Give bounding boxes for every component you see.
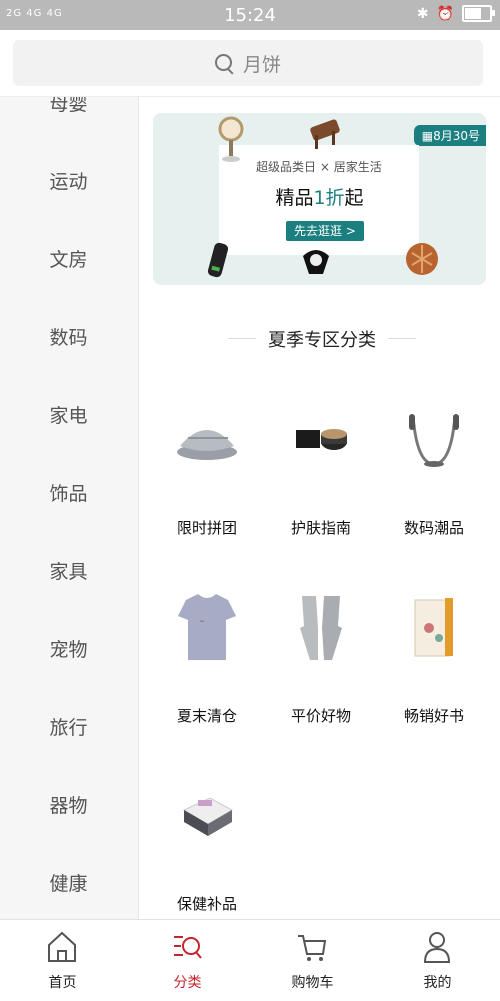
earphones-image [377,394,491,484]
status-bar: 2G 4G 4G 15:24 ✱ ⏰ [0,0,500,30]
books-image [377,582,491,672]
category-item[interactable]: 护肤指南 [264,394,378,538]
tab-label: 分类 [173,975,202,991]
tab-label: 首页 [48,975,77,991]
sidebar-item-health[interactable]: 健康 [0,869,137,896]
sidebar-item-stationery[interactable]: 文房 [0,245,137,272]
divider-right [388,338,416,339]
brand-name: 超级品类日 [256,160,317,174]
date-badge: ▦8月30号 [413,125,486,146]
bottom-tab-bar: 首页 分类 购物车 我的 [0,919,500,1001]
headline-post: 起 [344,187,364,209]
date-text: 8月30号 [433,129,480,143]
category-label: 畅销好书 [403,707,464,725]
tab-home[interactable]: 首页 [0,920,125,1001]
category-label: 数码潮品 [403,519,464,537]
category-item[interactable]: 畅销好书 [377,582,491,726]
headline-accent: 1折 [313,187,345,209]
category-label: 保健补品 [176,895,237,913]
section-title: 夏季专区分类 [268,330,376,351]
speaker-image [303,250,329,274]
promo-banner[interactable]: ▦8月30号 超级品类日 × 居家生活 精品1折起 先去逛逛 > [153,113,486,285]
mirror-image [218,116,244,162]
sidebar-item-appliances[interactable]: 家电 [0,401,137,428]
search-icon [214,54,233,72]
headline-pre: 精品 [275,187,314,209]
profile-icon [423,932,451,963]
brand-partner: 居家生活 [333,160,382,174]
calendar-icon: ▦ [421,129,434,143]
battery-icon [462,5,495,22]
tab-profile[interactable]: 我的 [375,920,500,1001]
stool-image [310,119,340,149]
cart-icon [298,935,327,961]
search-input[interactable]: 月饼 [13,40,483,86]
supplement-box-image [150,770,264,860]
sidebar-item-pets[interactable]: 宠物 [0,635,137,662]
category-item[interactable]: 数码潮品 [377,394,491,538]
cushion-image [150,394,264,484]
tshirt-image: ~ [150,582,264,672]
tab-label: 购物车 [291,975,334,991]
banner-headline: 精品1折起 [153,183,486,210]
svg-text:~: ~ [200,617,205,626]
sidebar-item-sports[interactable]: 运动 [0,167,137,194]
tab-cart[interactable]: 购物车 [250,920,375,1001]
thermos-image [207,242,229,278]
cushion-pastry-image [406,243,438,275]
banner-brand: 超级品类日 × 居家生活 [256,158,382,175]
category-icon [174,936,202,959]
category-item[interactable]: 限时拼团 [150,394,264,538]
category-label: 护肤指南 [290,519,351,537]
category-label: 夏末清仓 [176,707,237,725]
brand-separator: × [319,160,330,174]
sidebar-item-digital[interactable]: 数码 [0,323,137,350]
home-icon [48,931,76,962]
cream-jar-image [264,394,378,484]
tab-category[interactable]: 分类 [125,920,250,1001]
battery-level [465,8,481,19]
gloves-image [264,582,378,672]
alarm-icon: ⏰ [436,5,454,22]
tab-label: 我的 [423,975,452,991]
sidebar-item-ware[interactable]: 器物 [0,791,137,818]
category-item[interactable]: ~ 夏末清仓 [150,582,264,726]
go-shopping-button[interactable]: 先去逛逛 > [286,221,364,241]
category-label: 限时拼团 [176,519,237,537]
category-label: 平价好物 [290,707,351,725]
sidebar-item-travel[interactable]: 旅行 [0,713,137,740]
sidebar-item-jewelry[interactable]: 饰品 [0,479,137,506]
search-bar: 月饼 [0,30,500,97]
bluetooth-icon: ✱ [416,5,429,22]
category-item[interactable]: 保健补品 [150,770,264,914]
sidebar-item-muying[interactable]: 母婴 [0,97,137,116]
search-placeholder: 月饼 [242,53,281,76]
category-sidebar[interactable]: 母婴 运动 文房 数码 家电 饰品 家具 宠物 旅行 器物 健康 [0,97,139,919]
category-item[interactable]: 平价好物 [264,582,378,726]
sidebar-item-furniture[interactable]: 家具 [0,557,137,584]
